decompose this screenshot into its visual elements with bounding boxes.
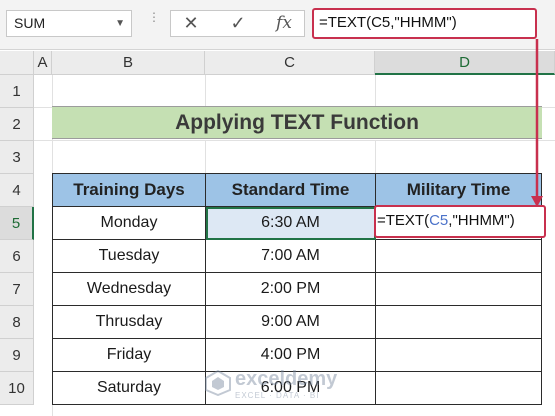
day-cell[interactable]: Tuesday xyxy=(52,239,206,273)
day-cell[interactable]: Wednesday xyxy=(52,272,206,306)
row-header-9[interactable]: 9 xyxy=(0,339,34,372)
header-training-days[interactable]: Training Days xyxy=(52,173,206,207)
column-header-a[interactable]: A xyxy=(34,51,52,75)
row-header-1[interactable]: 1 xyxy=(0,75,34,108)
day-cell[interactable]: Friday xyxy=(52,338,206,372)
formula-bar-buttons: ✕ ✓ fx xyxy=(170,10,305,37)
table-row: Thrusday 9:00 AM xyxy=(52,305,542,339)
row-header-8[interactable]: 8 xyxy=(0,306,34,339)
page-title: Applying TEXT Function xyxy=(52,106,542,139)
military-cell[interactable] xyxy=(375,272,542,306)
military-cell[interactable] xyxy=(375,338,542,372)
day-cell[interactable]: Saturday xyxy=(52,371,206,405)
drag-handle-icon[interactable]: ⋮ xyxy=(148,11,160,34)
military-cell[interactable] xyxy=(375,371,542,405)
time-cell[interactable]: 7:00 AM xyxy=(205,239,376,273)
name-box[interactable]: SUM ▼ xyxy=(6,10,132,37)
chevron-down-icon[interactable]: ▼ xyxy=(115,11,125,36)
time-cell[interactable]: 6:30 AM xyxy=(205,206,376,240)
row-header-10[interactable]: 10 xyxy=(0,372,34,405)
watermark-name: exceldemy xyxy=(235,368,338,390)
day-cell[interactable]: Thrusday xyxy=(52,305,206,339)
watermark-tagline: EXCEL · DATA · BI xyxy=(235,391,320,400)
edit-suffix: ,"HHMM") xyxy=(448,212,515,229)
row-header-3[interactable]: 3 xyxy=(0,141,34,174)
day-cell[interactable]: Monday xyxy=(52,206,206,240)
cell-edit-box[interactable]: =TEXT(C5,"HHMM") xyxy=(374,205,546,238)
table-row: Wednesday 2:00 PM xyxy=(52,272,542,306)
row-header-7[interactable]: 7 xyxy=(0,273,34,306)
name-box-value: SUM xyxy=(14,15,46,31)
formula-input[interactable]: =TEXT(C5,"HHMM") xyxy=(312,8,537,39)
formula-bar: SUM ▼ ⋮ ✕ ✓ fx =TEXT(C5,"HHMM") xyxy=(0,0,555,50)
time-cell[interactable]: 9:00 AM xyxy=(205,305,376,339)
header-military-time[interactable]: Military Time xyxy=(375,173,542,207)
table-header-row: Training Days Standard Time Military Tim… xyxy=(52,173,542,207)
row-header-2[interactable]: 2 xyxy=(0,108,34,141)
edit-prefix: =TEXT( xyxy=(377,212,430,229)
watermark: exceldemy EXCEL · DATA · BI xyxy=(205,366,365,406)
military-cell[interactable] xyxy=(375,305,542,339)
military-cell[interactable] xyxy=(375,239,542,273)
table-row: Tuesday 7:00 AM xyxy=(52,239,542,273)
gridline xyxy=(205,75,206,106)
column-header-c[interactable]: C xyxy=(205,51,375,75)
gridline xyxy=(34,140,555,141)
column-header-d[interactable]: D xyxy=(375,51,555,75)
enter-icon[interactable]: ✓ xyxy=(223,11,253,36)
gridline xyxy=(375,140,376,173)
gridline xyxy=(375,75,376,106)
time-cell[interactable]: 2:00 PM xyxy=(205,272,376,306)
insert-function-icon[interactable]: fx xyxy=(269,11,299,36)
cell-reference: C5 xyxy=(429,212,449,229)
select-all-corner[interactable] xyxy=(0,51,34,75)
cancel-icon[interactable]: ✕ xyxy=(176,11,206,36)
row-header-5[interactable]: 5 xyxy=(0,207,34,240)
column-header-b[interactable]: B xyxy=(52,51,205,75)
gridline xyxy=(205,140,206,173)
logo-icon xyxy=(205,370,231,396)
header-standard-time[interactable]: Standard Time xyxy=(205,173,376,207)
row-header-4[interactable]: 4 xyxy=(0,174,34,207)
row-header-6[interactable]: 6 xyxy=(0,240,34,273)
